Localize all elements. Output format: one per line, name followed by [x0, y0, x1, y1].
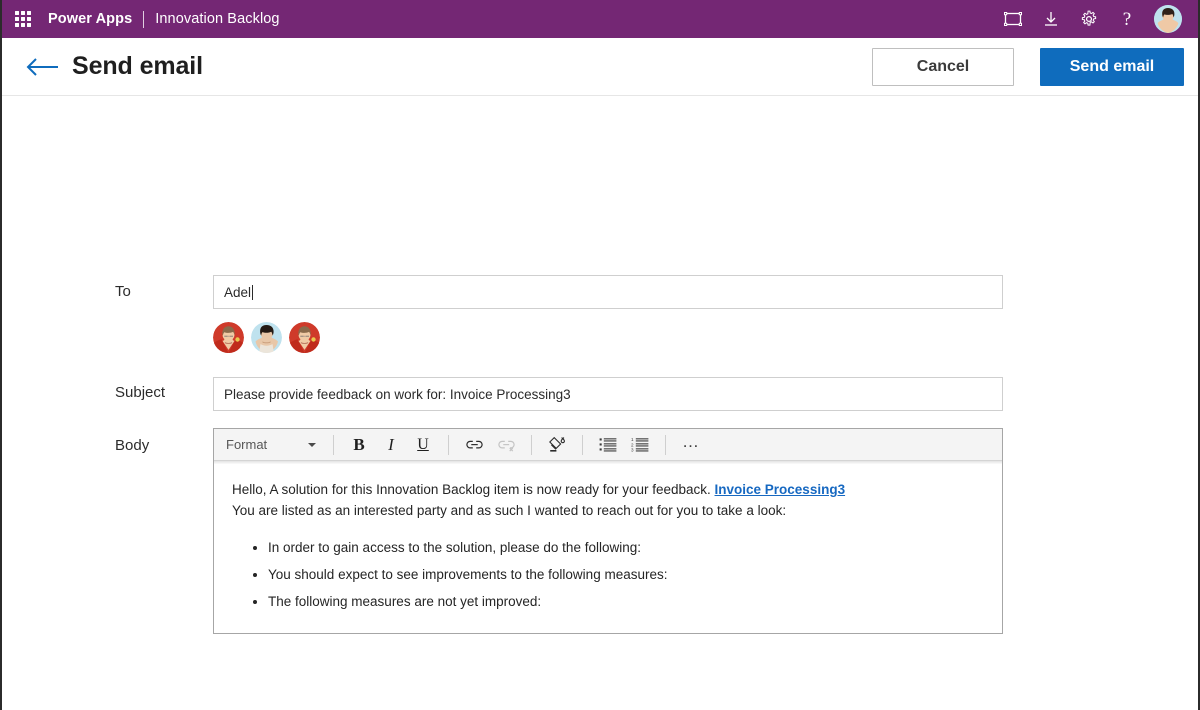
subject-field-column: Please provide feedback on work for: Inv…	[213, 377, 1115, 411]
body-row: Body Format B I U 1 2 3 … Hello, A solut…	[115, 428, 1115, 634]
text-caret	[252, 284, 254, 300]
command-bar-actions: Cancel Send email	[872, 47, 1184, 86]
body-line-2: You are listed as an interested party an…	[232, 502, 787, 518]
editor-content-area[interactable]: Hello, A solution for this Innovation Ba…	[214, 464, 1002, 633]
back-button[interactable]	[22, 47, 62, 87]
download-icon[interactable]	[1032, 0, 1070, 38]
send-email-button[interactable]: Send email	[1040, 47, 1184, 86]
recipient-avatar-2[interactable]	[251, 322, 282, 353]
editor-toolbar: Format B I U 1 2 3 …	[214, 429, 1002, 461]
fit-to-screen-icon[interactable]	[994, 0, 1032, 38]
recipient-avatar-1[interactable]	[213, 322, 244, 353]
to-label: To	[115, 283, 131, 300]
brand-divider	[143, 10, 145, 28]
app-window: Power Apps Innovation Backlog ? Send ema…	[0, 0, 1200, 710]
suite-header: Power Apps Innovation Backlog ?	[2, 0, 1198, 38]
chevron-down-icon	[308, 442, 316, 447]
cancel-button[interactable]: Cancel	[872, 47, 1014, 86]
to-row: To Adel	[115, 275, 1115, 353]
toolbar-separator	[582, 434, 583, 455]
rich-text-editor: Format B I U 1 2 3 … Hello, A solution f…	[213, 428, 1003, 634]
body-label: Body	[115, 437, 150, 454]
toolbar-separator	[333, 434, 334, 455]
numbered-list-icon[interactable]: 1 2 3	[626, 432, 654, 458]
body-field-column: Format B I U 1 2 3 … Hello, A solution f…	[213, 428, 1115, 634]
suite-actions: ?	[994, 0, 1184, 38]
gear-icon[interactable]	[1070, 0, 1108, 38]
to-input[interactable]: Adel	[213, 275, 1003, 309]
format-dropdown-label: Format	[226, 437, 268, 452]
italic-button[interactable]: I	[377, 432, 405, 458]
command-bar: Send email Cancel Send email	[2, 38, 1198, 96]
brand-area: Power Apps Innovation Backlog	[48, 10, 280, 28]
toolbar-separator	[531, 434, 532, 455]
help-label: ?	[1122, 8, 1132, 30]
bulleted-list-icon[interactable]	[594, 432, 622, 458]
subject-input[interactable]: Please provide feedback on work for: Inv…	[213, 377, 1003, 411]
app-launcher-icon[interactable]	[12, 8, 34, 30]
app-name[interactable]: Innovation Backlog	[155, 11, 279, 27]
subject-row: Subject Please provide feedback on work …	[115, 377, 1115, 411]
subject-label: Subject	[115, 384, 166, 401]
help-icon[interactable]: ?	[1108, 0, 1146, 38]
toolbar-separator	[448, 434, 449, 455]
product-name[interactable]: Power Apps	[48, 11, 132, 27]
bold-button[interactable]: B	[345, 432, 373, 458]
list-item: In order to gain access to the solution,…	[268, 538, 984, 559]
list-item: You should expect to see improvements to…	[268, 565, 984, 586]
svg-text:3: 3	[631, 447, 634, 452]
avatar[interactable]	[1154, 5, 1182, 33]
body-line-1: Hello, A solution for this Innovation Ba…	[232, 480, 984, 501]
body-bullet-list: In order to gain access to the solution,…	[232, 538, 984, 613]
subject-input-value: Please provide feedback on work for: Inv…	[224, 386, 571, 402]
invoice-processing-link[interactable]: Invoice Processing3	[715, 482, 846, 497]
toolbar-separator	[665, 434, 666, 455]
format-dropdown[interactable]: Format	[220, 432, 324, 458]
overflow-menu-button[interactable]: …	[677, 432, 705, 458]
recipient-avatar-3[interactable]	[289, 322, 320, 353]
to-field-column: Adel	[213, 275, 1115, 353]
unlink-icon	[492, 432, 520, 458]
to-input-value: Adel	[224, 284, 252, 300]
recipient-avatars	[213, 322, 1115, 353]
body-line-1-text: Hello, A solution for this Innovation Ba…	[232, 482, 715, 497]
link-icon[interactable]	[460, 432, 488, 458]
list-item: The following measures are not yet impro…	[268, 592, 984, 613]
clear-formatting-icon[interactable]	[543, 432, 571, 458]
page-title: Send email	[72, 52, 203, 80]
underline-button[interactable]: U	[409, 432, 437, 458]
